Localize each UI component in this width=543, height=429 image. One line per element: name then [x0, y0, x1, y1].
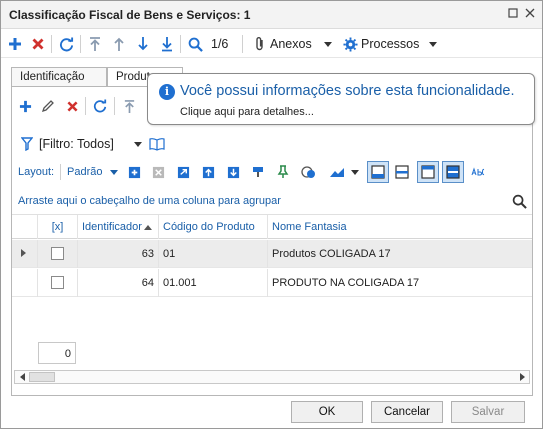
- chevron-down-icon[interactable]: [319, 35, 337, 53]
- gear-icon[interactable]: [341, 35, 359, 53]
- tab-identificacao[interactable]: Identificação: [11, 67, 107, 87]
- dialog-window: Classificação Fiscal de Bens e Serviços:…: [0, 0, 543, 429]
- processes-menu[interactable]: Processos: [361, 37, 419, 51]
- cell-codigo: 01.001: [159, 269, 268, 297]
- chevron-down-icon[interactable]: [346, 163, 364, 181]
- cancel-button[interactable]: Cancelar: [371, 401, 443, 423]
- row-checkbox-cell: [38, 269, 78, 297]
- ok-button[interactable]: OK: [291, 401, 363, 423]
- toolbar-separator: [85, 97, 86, 115]
- layout-row: Layout: Padrão: [12, 161, 532, 183]
- column-header-identificador[interactable]: Identificador: [78, 215, 159, 239]
- previous-record-icon[interactable]: [110, 35, 128, 53]
- main-toolbar: 1/6 Anexos Processos: [1, 30, 542, 58]
- chevron-down-icon[interactable]: [105, 163, 123, 181]
- layout-middle-icon[interactable]: [393, 163, 411, 181]
- cell-nome-fantasia: PRODUTO NA COLIGADA 17: [272, 277, 420, 289]
- layout-bottom-icon[interactable]: [367, 161, 389, 183]
- table-row[interactable]: 64 01.001 PRODUTO NA COLIGADA 17: [12, 269, 532, 297]
- first-record-icon[interactable]: [86, 35, 104, 53]
- sort-ascending-icon: [143, 225, 152, 230]
- toolbar-separator: [60, 164, 61, 180]
- chevron-down-icon[interactable]: [129, 135, 147, 153]
- chevron-down-icon[interactable]: [424, 35, 442, 53]
- abc-icon[interactable]: [470, 163, 488, 181]
- select-all-header[interactable]: [x]: [38, 215, 78, 239]
- toolbar-separator: [242, 35, 243, 53]
- row-indicator: [12, 269, 38, 297]
- chart-icon[interactable]: [328, 163, 346, 181]
- row-checkbox[interactable]: [51, 276, 64, 289]
- refresh-icon[interactable]: [57, 35, 75, 53]
- column-label: Identificador: [82, 221, 142, 233]
- attachments-menu[interactable]: Anexos: [270, 37, 312, 51]
- row-indicator-header: [12, 215, 38, 239]
- row-pointer-icon: [12, 240, 38, 268]
- export-icon[interactable]: [174, 163, 192, 181]
- info-icon: i: [159, 84, 175, 100]
- toolbar-separator: [51, 35, 52, 53]
- paperclip-icon[interactable]: [251, 35, 269, 53]
- delete-icon[interactable]: [29, 35, 47, 53]
- layout-label: Layout:: [18, 166, 55, 178]
- cell-identificador: 64: [78, 269, 159, 297]
- group-by-area[interactable]: Arraste aqui o cabeçalho de uma coluna p…: [12, 187, 532, 215]
- scrollbar-thumb[interactable]: [29, 372, 55, 382]
- window-title: Classificação Fiscal de Bens e Serviços:…: [9, 8, 251, 22]
- paint-icon[interactable]: [249, 163, 267, 181]
- move-down-icon[interactable]: [224, 163, 242, 181]
- delete-icon[interactable]: [63, 97, 81, 115]
- toolbar-separator: [114, 97, 115, 115]
- scroll-right-icon[interactable]: [515, 371, 529, 383]
- layout-top-icon[interactable]: [417, 161, 439, 183]
- filter-selector[interactable]: [Filtro: Todos]: [39, 137, 114, 151]
- close-icon[interactable]: [523, 7, 537, 21]
- book-icon[interactable]: [148, 135, 166, 153]
- column-header-codigo[interactable]: Código do Produto: [159, 215, 268, 239]
- cell-nome-fantasia: Produtos COLIGADA 17: [272, 248, 391, 260]
- search-icon[interactable]: [510, 192, 528, 210]
- toolbar-separator: [80, 35, 81, 53]
- layout-split-icon[interactable]: [442, 161, 464, 183]
- column-header-nome-fantasia[interactable]: Nome Fantasia: [268, 215, 532, 239]
- callout-title: Você possui informações sobre esta funci…: [180, 83, 515, 99]
- layout-selector[interactable]: Padrão: [67, 166, 102, 178]
- scroll-left-icon[interactable]: [15, 371, 29, 383]
- move-up-icon[interactable]: [199, 163, 217, 181]
- add-icon[interactable]: [6, 35, 24, 53]
- record-position: 1/6: [211, 37, 229, 51]
- tab-panel: [Filtro: Todos] Layout: Padrão Arraste a…: [11, 86, 533, 396]
- cell-identificador: 63: [78, 240, 159, 268]
- grid-header: [x] Identificador Código do Produto Nome…: [12, 215, 532, 239]
- horizontal-scrollbar[interactable]: [14, 370, 530, 384]
- pin-icon[interactable]: [274, 163, 292, 181]
- info-callout[interactable]: i Você possui informações sobre esta fun…: [147, 73, 535, 125]
- title-bar: Classificação Fiscal de Bens e Serviços:…: [1, 1, 542, 29]
- maximize-icon[interactable]: [506, 7, 520, 21]
- add-column-icon[interactable]: [125, 163, 143, 181]
- filter-row: [Filtro: Todos]: [12, 133, 532, 155]
- row-checkbox[interactable]: [51, 247, 64, 260]
- table-row[interactable]: 63 01 Produtos COLIGADA 17: [12, 240, 532, 268]
- filter-icon[interactable]: [18, 135, 36, 153]
- refresh-icon[interactable]: [91, 97, 109, 115]
- cell-codigo: 01: [159, 240, 268, 268]
- add-icon[interactable]: [16, 97, 34, 115]
- row-checkbox-cell: [38, 240, 78, 268]
- last-record-icon[interactable]: [158, 35, 176, 53]
- group-hint: Arraste aqui o cabeçalho de uma coluna p…: [18, 195, 281, 207]
- toolbar-separator: [180, 35, 181, 53]
- color-icon[interactable]: [299, 163, 317, 181]
- callout-link[interactable]: Clique aqui para detalhes...: [180, 106, 314, 118]
- remove-column-icon[interactable]: [149, 163, 167, 181]
- record-count: 0: [38, 342, 76, 364]
- edit-icon[interactable]: [39, 97, 57, 115]
- next-record-icon[interactable]: [134, 35, 152, 53]
- save-button[interactable]: Salvar: [451, 401, 525, 423]
- first-record-icon[interactable]: [120, 97, 138, 115]
- search-icon[interactable]: [186, 35, 204, 53]
